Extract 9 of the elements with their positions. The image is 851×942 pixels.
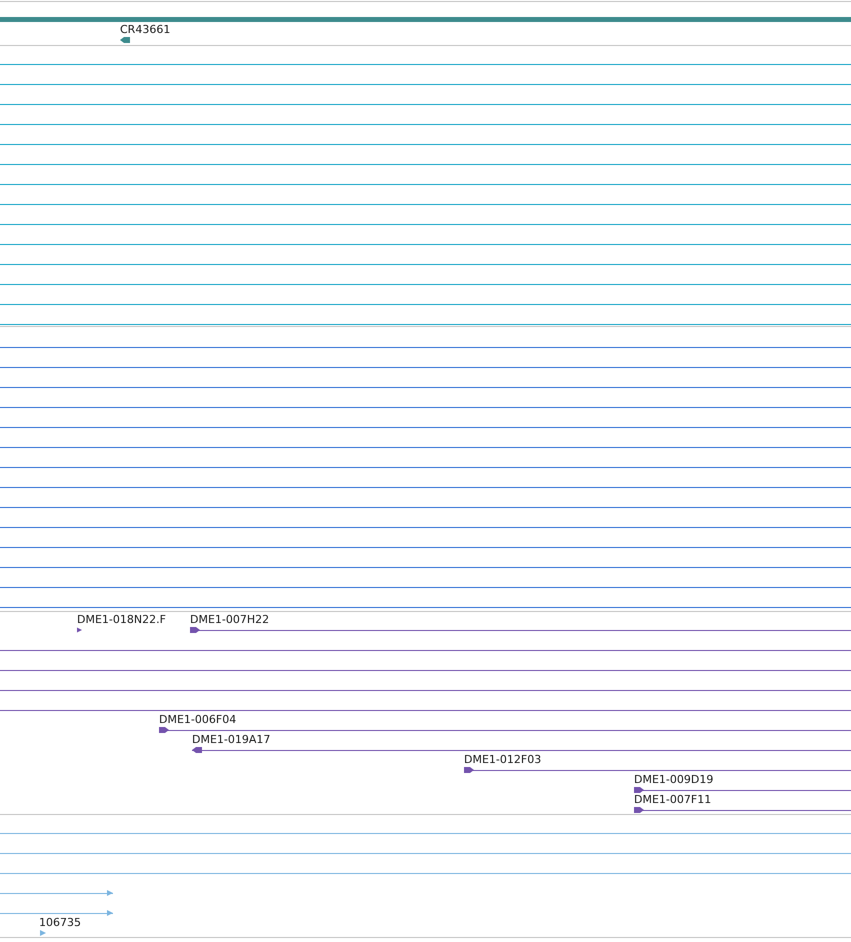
feature-label: DME1-007F11 <box>634 793 712 806</box>
feature-label: 106735 <box>39 916 81 929</box>
feature-label: CR43661 <box>120 23 170 36</box>
feature-label: DME1-007H22 <box>190 613 270 626</box>
feature-label: DME1-018N22.F <box>77 613 166 626</box>
feature-label: DME1-019A17 <box>192 733 270 746</box>
feature-label: DME1-012F03 <box>464 753 542 766</box>
feature-label: DME1-006F04 <box>159 713 236 726</box>
feature-label: DME1-009D19 <box>634 773 714 786</box>
